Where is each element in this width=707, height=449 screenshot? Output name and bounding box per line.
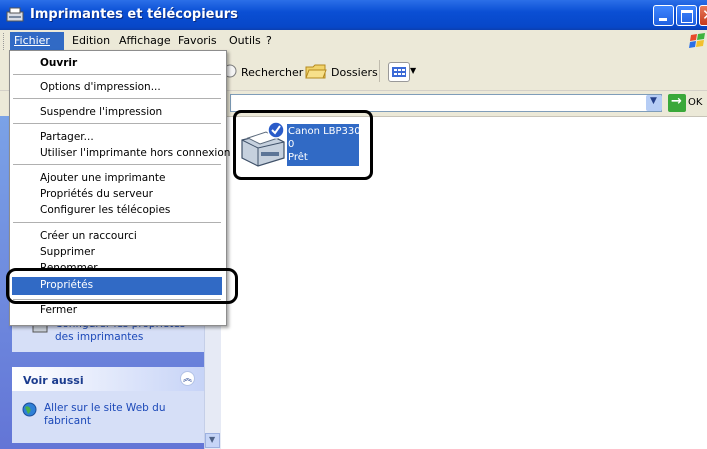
maximize-icon <box>681 10 693 23</box>
window-title: Imprimantes et télécopieurs <box>30 7 238 22</box>
globe-icon <box>22 402 37 417</box>
go-button[interactable]: → <box>668 94 686 112</box>
menu-separator <box>13 164 221 165</box>
see-also-title: Voir aussi <box>23 374 84 387</box>
menu-separator <box>13 98 221 99</box>
maximize-button[interactable] <box>676 5 697 26</box>
views-button[interactable] <box>388 62 410 82</box>
collapse-button[interactable]: ︽ <box>180 371 195 386</box>
toolbar-separator <box>379 60 380 82</box>
menu-fichier[interactable]: Fichier <box>14 34 50 47</box>
printer-status: Prêt <box>288 152 308 163</box>
address-dropdown-button[interactable]: ▼ <box>646 95 662 111</box>
minimize-icon <box>659 18 667 21</box>
configure-properties-link-line2[interactable]: des imprimantes <box>55 331 143 343</box>
properties-callout <box>6 268 238 304</box>
chevron-up-icon: ︽ <box>183 374 193 384</box>
manufacturer-site-link-line1[interactable]: Aller sur le site Web du <box>44 402 165 414</box>
menu-edition[interactable]: Edition <box>72 34 110 47</box>
folders-button[interactable]: Dossiers <box>331 66 378 79</box>
menu-separator <box>13 123 221 124</box>
chevron-down-icon: ▼ <box>209 435 216 444</box>
menu-item-configurer-telecopies[interactable]: Configurer les télécopies <box>40 204 170 216</box>
menu-item-partager[interactable]: Partager... <box>40 131 94 143</box>
menu-item-proprietes-serveur[interactable]: Propriétés du serveur <box>40 188 153 200</box>
printer-icon[interactable] <box>238 120 288 170</box>
printer-folder-icon <box>6 7 24 22</box>
close-button[interactable]: ✕ <box>699 5 707 26</box>
minimize-button[interactable] <box>653 5 674 26</box>
menu-help[interactable]: ? <box>266 34 272 47</box>
menu-item-supprimer[interactable]: Supprimer <box>40 246 95 258</box>
arrow-right-icon: → <box>671 94 682 109</box>
views-icon <box>392 67 406 77</box>
search-button[interactable]: Rechercher <box>241 66 303 79</box>
close-icon: ✕ <box>702 6 707 24</box>
windows-logo-icon <box>689 33 705 48</box>
chevron-down-icon: ▼ <box>650 96 657 106</box>
menu-item-ajouter-imprimante[interactable]: Ajouter une imprimante <box>40 172 165 184</box>
menu-affichage[interactable]: Affichage <box>119 34 171 47</box>
menu-favoris[interactable]: Favoris <box>178 34 217 47</box>
menu-separator <box>13 74 221 75</box>
menu-outils[interactable]: Outils <box>229 34 261 47</box>
menu-item-fermer[interactable]: Fermer <box>40 304 77 316</box>
menu-item-hors-connexion[interactable]: Utiliser l'imprimante hors connexion <box>40 147 230 159</box>
printer-name[interactable]: Canon LBP3300 <box>288 126 367 137</box>
menu-item-options-impression[interactable]: Options d'impression... <box>40 81 161 93</box>
printer-jobs: 0 <box>288 139 295 150</box>
go-label[interactable]: OK <box>688 97 702 108</box>
views-dropdown-icon[interactable]: ▼ <box>410 66 416 75</box>
menu-item-suspendre[interactable]: Suspendre l'impression <box>40 106 162 118</box>
menu-separator <box>13 222 221 223</box>
menubar-grip <box>3 33 7 50</box>
manufacturer-site-link-line2[interactable]: fabricant <box>44 415 91 427</box>
folders-icon <box>305 64 327 79</box>
scroll-down-button[interactable]: ▼ <box>205 433 220 448</box>
menu-item-ouvrir[interactable]: Ouvrir <box>40 57 77 69</box>
see-also-panel <box>12 391 204 443</box>
menu-item-creer-raccourci[interactable]: Créer un raccourci <box>40 230 137 242</box>
